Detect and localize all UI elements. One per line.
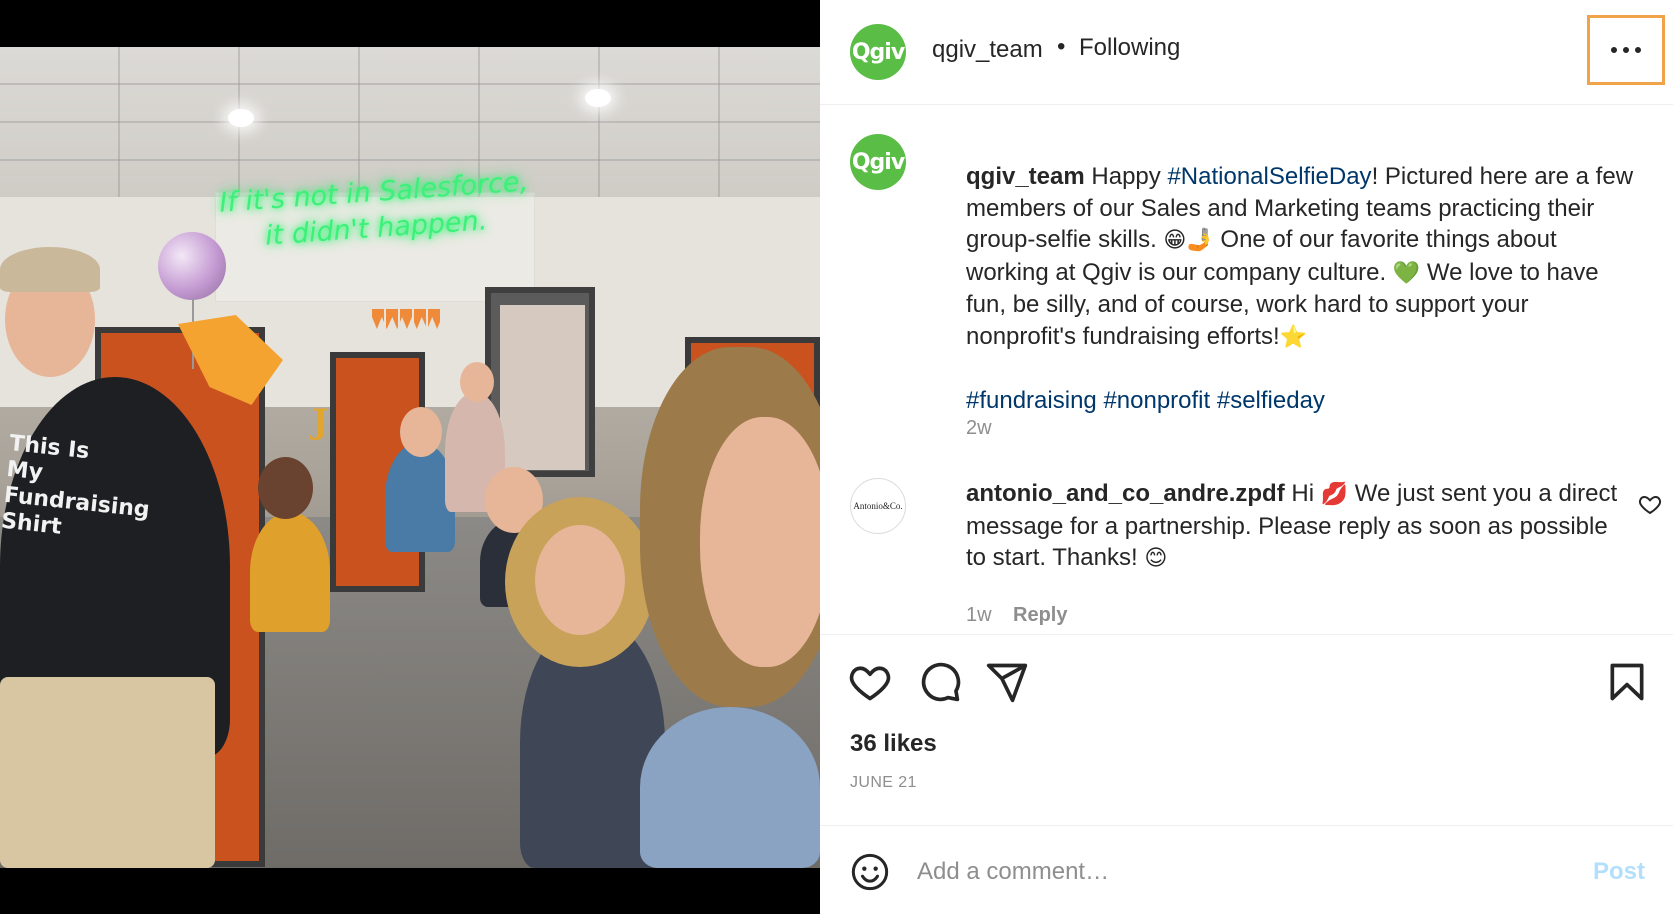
comment-input[interactable] [917,852,1537,892]
more-options-button[interactable] [1587,15,1665,85]
post-comment-button[interactable]: Post [1593,858,1645,886]
star-emoji: ⭐ [1279,324,1308,350]
comment-time[interactable]: 1w [966,604,992,627]
photo-person-shorts [0,677,215,868]
hashtag-link[interactable]: #NationalSelfieDay [1167,163,1371,190]
photo-face [535,525,625,635]
photo-face [460,362,494,402]
photo-light [585,89,611,107]
post-date[interactable]: JUNE 21 [850,774,917,792]
photo-person [640,707,820,868]
green-heart-emoji: 💚 [1392,260,1421,286]
share-icon[interactable] [985,660,1029,704]
photo-light [228,109,254,127]
more-icon [1611,47,1641,53]
hashtag-link[interactable]: #selfieday [1217,387,1325,414]
emoji-icon[interactable] [850,852,890,892]
photo-face [400,407,442,457]
comment-username[interactable]: antonio_and_co_andre.zpdf [966,480,1285,507]
photo-person [250,512,330,632]
likes-count[interactable]: 36 likes [850,730,937,758]
post-photo[interactable]: If it's not in Salesforce, it didn't hap… [0,47,820,868]
post-actions: 36 likes JUNE 21 [820,634,1673,824]
photo-cap [0,247,100,292]
caption-text: qgiv_team Happy #NationalSelfieDay! Pict… [966,161,1636,416]
post-details-panel: Qgiv qgiv_team • Following Qgiv qgiv_tea… [820,0,1673,914]
caption-username[interactable]: qgiv_team [966,163,1085,190]
kiss-emoji: 💋 [1320,482,1349,507]
smile-emoji: 😊 [1144,546,1168,571]
caption-avatar[interactable]: Qgiv [850,134,906,190]
caption-time[interactable]: 2w [966,417,992,440]
grin-selfie-emoji: 😁🤳 [1163,228,1214,253]
comments-section[interactable]: Qgiv qgiv_team Happy #NationalSelfieDay!… [820,106,1673,634]
post-header: Qgiv qgiv_team • Following [820,0,1673,105]
hashtag-link[interactable]: #fundraising [966,387,1097,414]
photo-shirt-text: This Is My Fundraising Shirt [0,431,151,540]
photo-doorway-inner [500,305,585,470]
caption-text-part: Happy [1084,163,1168,190]
comment-text: antonio_and_co_andre.zpdf Hi 💋 We just s… [966,478,1626,575]
reply-button[interactable]: Reply [1013,604,1067,627]
photo-balloon [158,232,226,300]
photo-face [258,457,313,519]
post-media: If it's not in Salesforce, it didn't hap… [0,0,820,914]
following-button[interactable]: Following [1079,34,1180,62]
add-comment-bar: Post [820,825,1673,914]
small-heart-icon[interactable] [1638,492,1662,516]
header-username[interactable]: qgiv_team [932,36,1043,64]
photo-letter: J [312,402,329,442]
separator-dot: • [1057,33,1066,60]
profile-avatar[interactable]: Qgiv [850,24,906,80]
hashtag-link[interactable]: #nonprofit [1103,387,1210,414]
heart-icon[interactable] [848,660,892,704]
photo-face [700,417,820,667]
comment-avatar[interactable]: Antonio&Co. [850,478,906,534]
comment-text-part: Hi [1284,480,1321,507]
comment-icon[interactable] [918,660,962,704]
bookmark-icon[interactable] [1605,660,1649,704]
